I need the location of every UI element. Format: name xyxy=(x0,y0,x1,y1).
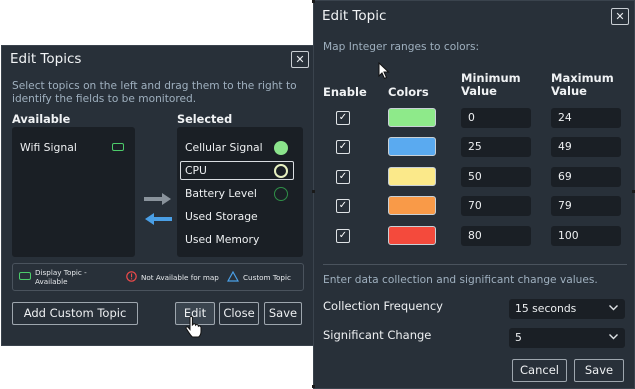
selected-item-battery-level[interactable]: Battery Level xyxy=(185,187,257,200)
selected-item-label: Battery Level xyxy=(185,187,257,200)
selected-item-label: Used Storage xyxy=(185,210,258,223)
color-swatch[interactable] xyxy=(388,196,436,215)
edit-topics-title: Edit Topics xyxy=(10,51,82,67)
display-topic-icon xyxy=(19,272,31,280)
significant-change-label: Significant Change xyxy=(323,328,432,342)
add-custom-topic-button[interactable]: Add Custom Topic xyxy=(12,302,138,325)
cancel-button[interactable]: Cancel xyxy=(512,359,567,382)
selected-item-label: Used Memory xyxy=(185,233,260,246)
minimum-value-input[interactable]: 25 xyxy=(461,137,531,157)
selected-item-used-storage[interactable]: Used Storage xyxy=(185,210,258,223)
arrow-left-icon[interactable] xyxy=(144,212,172,226)
minimum-value-column-header: Minimum Value xyxy=(461,71,521,98)
colors-column-header: Colors xyxy=(388,85,429,99)
selected-item-cpu[interactable]: CPU xyxy=(185,164,207,177)
maximum-value-input[interactable]: 69 xyxy=(551,167,621,187)
resize-handle[interactable] xyxy=(312,385,315,388)
enable-column-header: Enable xyxy=(323,85,367,99)
available-header: Available xyxy=(12,113,71,126)
filled-circle-icon xyxy=(274,141,288,155)
enable-checkbox[interactable]: ✓ xyxy=(336,140,350,154)
enable-checkbox[interactable]: ✓ xyxy=(336,199,350,213)
display-topic-icon xyxy=(112,143,124,151)
color-swatch[interactable] xyxy=(388,226,436,245)
color-swatch[interactable] xyxy=(388,108,436,127)
selected-item-used-memory[interactable]: Used Memory xyxy=(185,233,259,246)
resize-handle[interactable] xyxy=(312,0,315,3)
chevron-down-icon xyxy=(609,334,618,340)
maximum-value-column-header: Maximum Value xyxy=(551,71,614,98)
legend-custom-topic: Custom Topic xyxy=(243,273,291,282)
color-swatch[interactable] xyxy=(388,167,436,186)
arrow-right-icon[interactable] xyxy=(144,192,172,206)
close-button[interactable]: Close xyxy=(219,302,259,325)
outline-circle-icon xyxy=(274,187,288,201)
enable-checkbox[interactable]: ✓ xyxy=(336,111,350,125)
available-list: Wifi Signal xyxy=(12,127,135,257)
edit-topic-title: Edit Topic xyxy=(322,8,387,24)
maximum-value-input[interactable]: 100 xyxy=(551,226,621,246)
legend: Display Topic - Available Not Available … xyxy=(12,263,304,291)
maximum-value-input[interactable]: 79 xyxy=(551,196,621,216)
edit-topic-dialog: Edit Topic ✕ Map Integer ranges to color… xyxy=(313,0,635,389)
map-ranges-hint: Map Integer ranges to colors: xyxy=(323,41,480,53)
legend-display-topic: Display Topic - Available xyxy=(35,268,87,286)
collection-frequency-select[interactable]: 15 seconds xyxy=(509,299,625,319)
selected-list: Cellular Signal CPU Battery Level Used S… xyxy=(177,127,303,257)
close-icon[interactable]: ✕ xyxy=(611,8,629,25)
resize-handle[interactable] xyxy=(312,190,315,193)
legend-not-available: Not Available for map xyxy=(141,273,219,282)
significant-change-value: 5 xyxy=(515,331,522,344)
close-icon[interactable]: ✕ xyxy=(291,51,309,68)
selected-item-label: CPU xyxy=(185,164,207,177)
maximum-value-input[interactable]: 24 xyxy=(551,108,621,128)
save-button[interactable]: Save xyxy=(574,359,624,382)
arrow-cursor-icon xyxy=(378,62,390,80)
minimum-value-input[interactable]: 70 xyxy=(461,196,531,216)
color-swatch[interactable] xyxy=(388,137,436,156)
available-item-label: Wifi Signal xyxy=(20,141,77,154)
maximum-value-input[interactable]: 49 xyxy=(551,137,621,157)
divider xyxy=(323,264,627,265)
selected-item-cellular-signal[interactable]: Cellular Signal xyxy=(185,141,263,154)
chevron-down-icon xyxy=(609,305,618,311)
edit-topics-instructions: Select topics on the left and drag them … xyxy=(12,80,297,105)
minimum-value-input[interactable]: 80 xyxy=(461,226,531,246)
minimum-value-input[interactable]: 0 xyxy=(461,108,531,128)
collection-hint: Enter data collection and significant ch… xyxy=(323,274,598,286)
edit-topics-dialog: Edit Topics ✕ Select topics on the left … xyxy=(1,45,316,346)
ring-circle-icon xyxy=(274,164,288,178)
minimum-value-input[interactable]: 50 xyxy=(461,167,531,187)
available-item-wifi-signal[interactable]: Wifi Signal xyxy=(20,141,77,154)
collection-frequency-value: 15 seconds xyxy=(515,302,577,315)
selected-item-label: Cellular Signal xyxy=(185,141,263,154)
custom-topic-icon xyxy=(227,271,239,282)
significant-change-select[interactable]: 5 xyxy=(509,328,625,348)
save-button[interactable]: Save xyxy=(264,302,302,325)
not-available-icon xyxy=(126,271,137,282)
enable-checkbox[interactable]: ✓ xyxy=(336,229,350,243)
collection-frequency-label: Collection Frequency xyxy=(323,299,443,313)
enable-checkbox[interactable]: ✓ xyxy=(336,170,350,184)
hand-cursor-icon xyxy=(185,316,202,338)
selected-header: Selected xyxy=(177,113,233,126)
